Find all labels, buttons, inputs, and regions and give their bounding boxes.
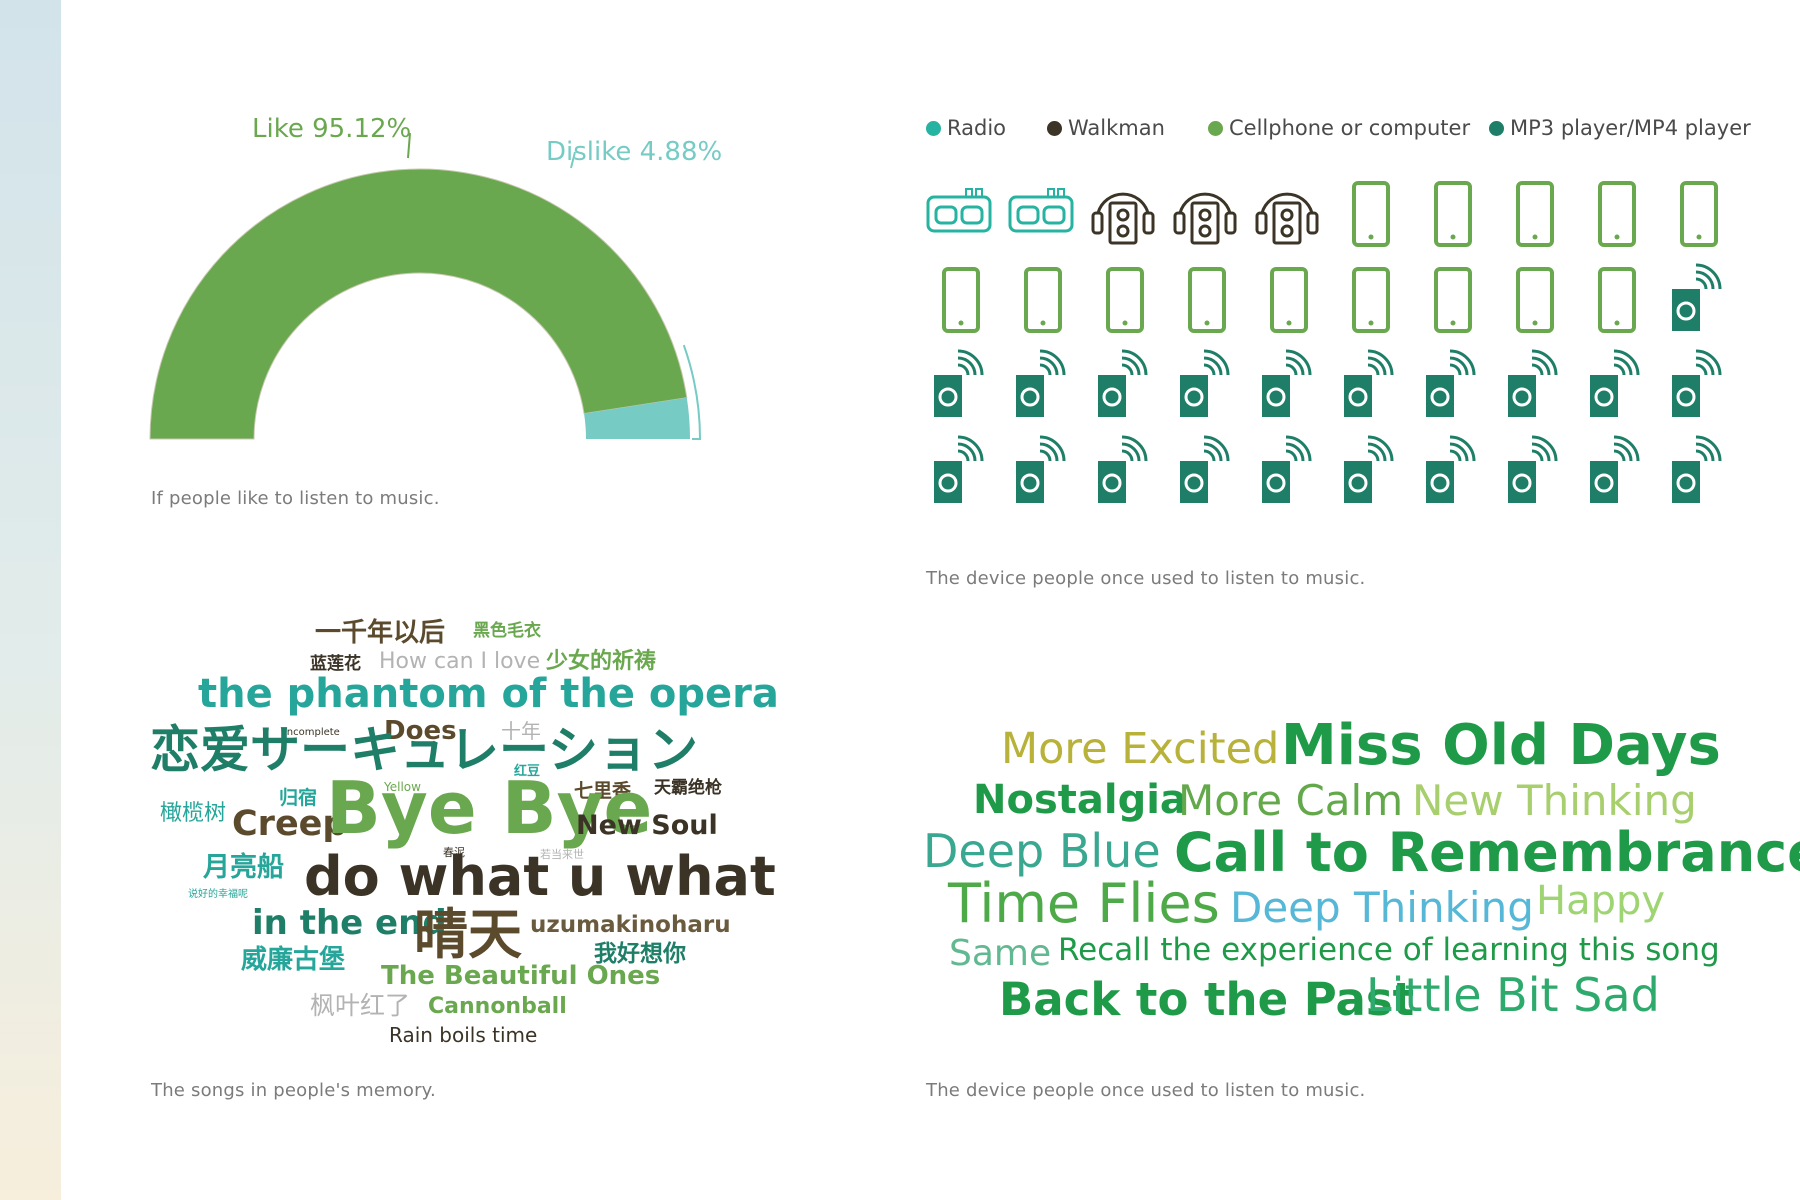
cloud-word: 一千年以后 bbox=[315, 618, 446, 648]
cloud-word: 天霸绝枪 bbox=[654, 778, 722, 798]
mp3-player-icon bbox=[1016, 349, 1066, 417]
cellphone-icon bbox=[1680, 181, 1718, 247]
walkman-icon bbox=[1173, 192, 1237, 245]
cellphone-icon bbox=[1434, 267, 1472, 333]
device-chart-caption: The device people once used to listen to… bbox=[926, 568, 1366, 589]
legend-radio-label: Radio bbox=[947, 116, 1007, 140]
legend-walkman: Walkman bbox=[1047, 116, 1165, 140]
cloud-word: How can I love bbox=[379, 649, 541, 674]
semi-donut-chart bbox=[149, 132, 702, 440]
cloud-word: Call to Remembrance bbox=[1174, 821, 1800, 884]
cloud-word: Recall the experience of learning this s… bbox=[1058, 932, 1720, 968]
radio-icon bbox=[1008, 188, 1074, 233]
cellphone-icon bbox=[1434, 181, 1472, 247]
mp3-player-icon bbox=[1426, 349, 1476, 417]
legend-radio-dot bbox=[926, 120, 941, 136]
legend-mp3-label: MP3 player/MP4 player bbox=[1510, 116, 1751, 140]
cloud-word: 威廉古堡 bbox=[241, 945, 346, 975]
cloud-word: New Soul bbox=[576, 810, 718, 841]
cloud-word: The Beautiful Ones bbox=[381, 961, 661, 991]
cloud-word: Nostalgia bbox=[973, 777, 1187, 823]
mp3-player-icon bbox=[1508, 349, 1558, 417]
legend-cellphone-dot bbox=[1208, 120, 1223, 136]
radio-icon bbox=[926, 188, 992, 233]
mp3-player-icon bbox=[934, 435, 984, 503]
cellphone-icon bbox=[1188, 267, 1226, 333]
mp3-player-icon bbox=[1016, 435, 1066, 503]
cloud-word: Back to the Past bbox=[999, 973, 1415, 1026]
cloud-word: More Calm bbox=[1178, 776, 1404, 825]
cloud-word: uzumakinoharu bbox=[530, 912, 731, 938]
mp3-player-icon bbox=[934, 349, 984, 417]
mp3-player-icon bbox=[1262, 435, 1312, 503]
songs-cloud-caption: The songs in people's memory. bbox=[151, 1080, 436, 1101]
feelings-cloud-caption: The device people once used to listen to… bbox=[926, 1080, 1366, 1101]
cloud-word: do what u what bbox=[304, 845, 776, 908]
cloud-word: 月亮船 bbox=[203, 852, 284, 883]
cloud-word: 橄榄树 bbox=[160, 801, 227, 826]
legend-walkman-label: Walkman bbox=[1068, 116, 1165, 140]
cellphone-icon bbox=[1024, 267, 1062, 333]
mp3-player-icon bbox=[1672, 349, 1722, 417]
cellphone-icon bbox=[1516, 181, 1554, 247]
cloud-word: Cannonball bbox=[428, 994, 567, 1019]
cloud-word: Same bbox=[949, 933, 1052, 974]
legend-walkman-dot bbox=[1047, 120, 1062, 136]
cloud-word: the phantom of the opera bbox=[198, 671, 779, 717]
mp3-player-icon bbox=[1262, 349, 1312, 417]
walkman-icon bbox=[1091, 192, 1155, 245]
cellphone-icon bbox=[1598, 181, 1636, 247]
cloud-word: More Excited bbox=[1001, 724, 1280, 774]
cloud-word: 枫叶红了 bbox=[310, 991, 411, 1020]
mp3-player-icon bbox=[1426, 435, 1476, 503]
mp3-player-icon bbox=[1508, 435, 1558, 503]
cloud-word: Little Bit Sad bbox=[1366, 968, 1660, 1022]
cloud-word: 少女的祈祷 bbox=[546, 649, 657, 674]
cellphone-icon bbox=[1270, 267, 1308, 333]
mp3-player-icon bbox=[1180, 435, 1230, 503]
device-pictogram bbox=[926, 181, 1722, 503]
legend-mp3: MP3 player/MP4 player bbox=[1489, 116, 1751, 140]
legend-cellphone: Cellphone or computer bbox=[1208, 116, 1470, 140]
cloud-word: 晴天 bbox=[414, 903, 522, 966]
cloud-word: Happy bbox=[1536, 878, 1666, 924]
dislike-label: Dislike 4.88% bbox=[546, 137, 723, 167]
cellphone-icon bbox=[1352, 267, 1390, 333]
cloud-word: New Thinking bbox=[1412, 776, 1697, 825]
cloud-word: Deep Blue bbox=[923, 824, 1161, 878]
cellphone-icon bbox=[1516, 267, 1554, 333]
cellphone-icon bbox=[1106, 267, 1144, 333]
cellphone-icon bbox=[942, 267, 980, 333]
cloud-word: 说好的幸福呢 bbox=[188, 889, 248, 900]
mp3-player-icon bbox=[1672, 435, 1722, 503]
cloud-word: Deep Thinking bbox=[1230, 883, 1534, 932]
cloud-word: Time Flies bbox=[948, 872, 1220, 935]
mp3-player-icon bbox=[1344, 435, 1394, 503]
like-chart-caption: If people like to listen to music. bbox=[151, 488, 440, 509]
cellphone-icon bbox=[1352, 181, 1390, 247]
cloud-word: Miss Old Days bbox=[1281, 713, 1721, 778]
cellphone-icon bbox=[1598, 267, 1636, 333]
mp3-player-icon bbox=[1098, 435, 1148, 503]
like-label: Like 95.12% bbox=[252, 114, 412, 144]
mp3-player-icon bbox=[1672, 263, 1722, 331]
mp3-player-icon bbox=[1098, 349, 1148, 417]
mp3-player-icon bbox=[1590, 435, 1640, 503]
cloud-word: 黑色毛衣 bbox=[473, 621, 541, 641]
mp3-player-icon bbox=[1344, 349, 1394, 417]
legend-cellphone-label: Cellphone or computer bbox=[1229, 116, 1471, 140]
legend-mp3-dot bbox=[1489, 120, 1504, 136]
walkman-icon bbox=[1255, 192, 1319, 245]
cloud-word: Rain boils time bbox=[389, 1023, 538, 1047]
like-slice bbox=[149, 168, 688, 440]
mp3-player-icon bbox=[1180, 349, 1230, 417]
mp3-player-icon bbox=[1590, 349, 1640, 417]
legend-radio: Radio bbox=[926, 116, 1006, 140]
